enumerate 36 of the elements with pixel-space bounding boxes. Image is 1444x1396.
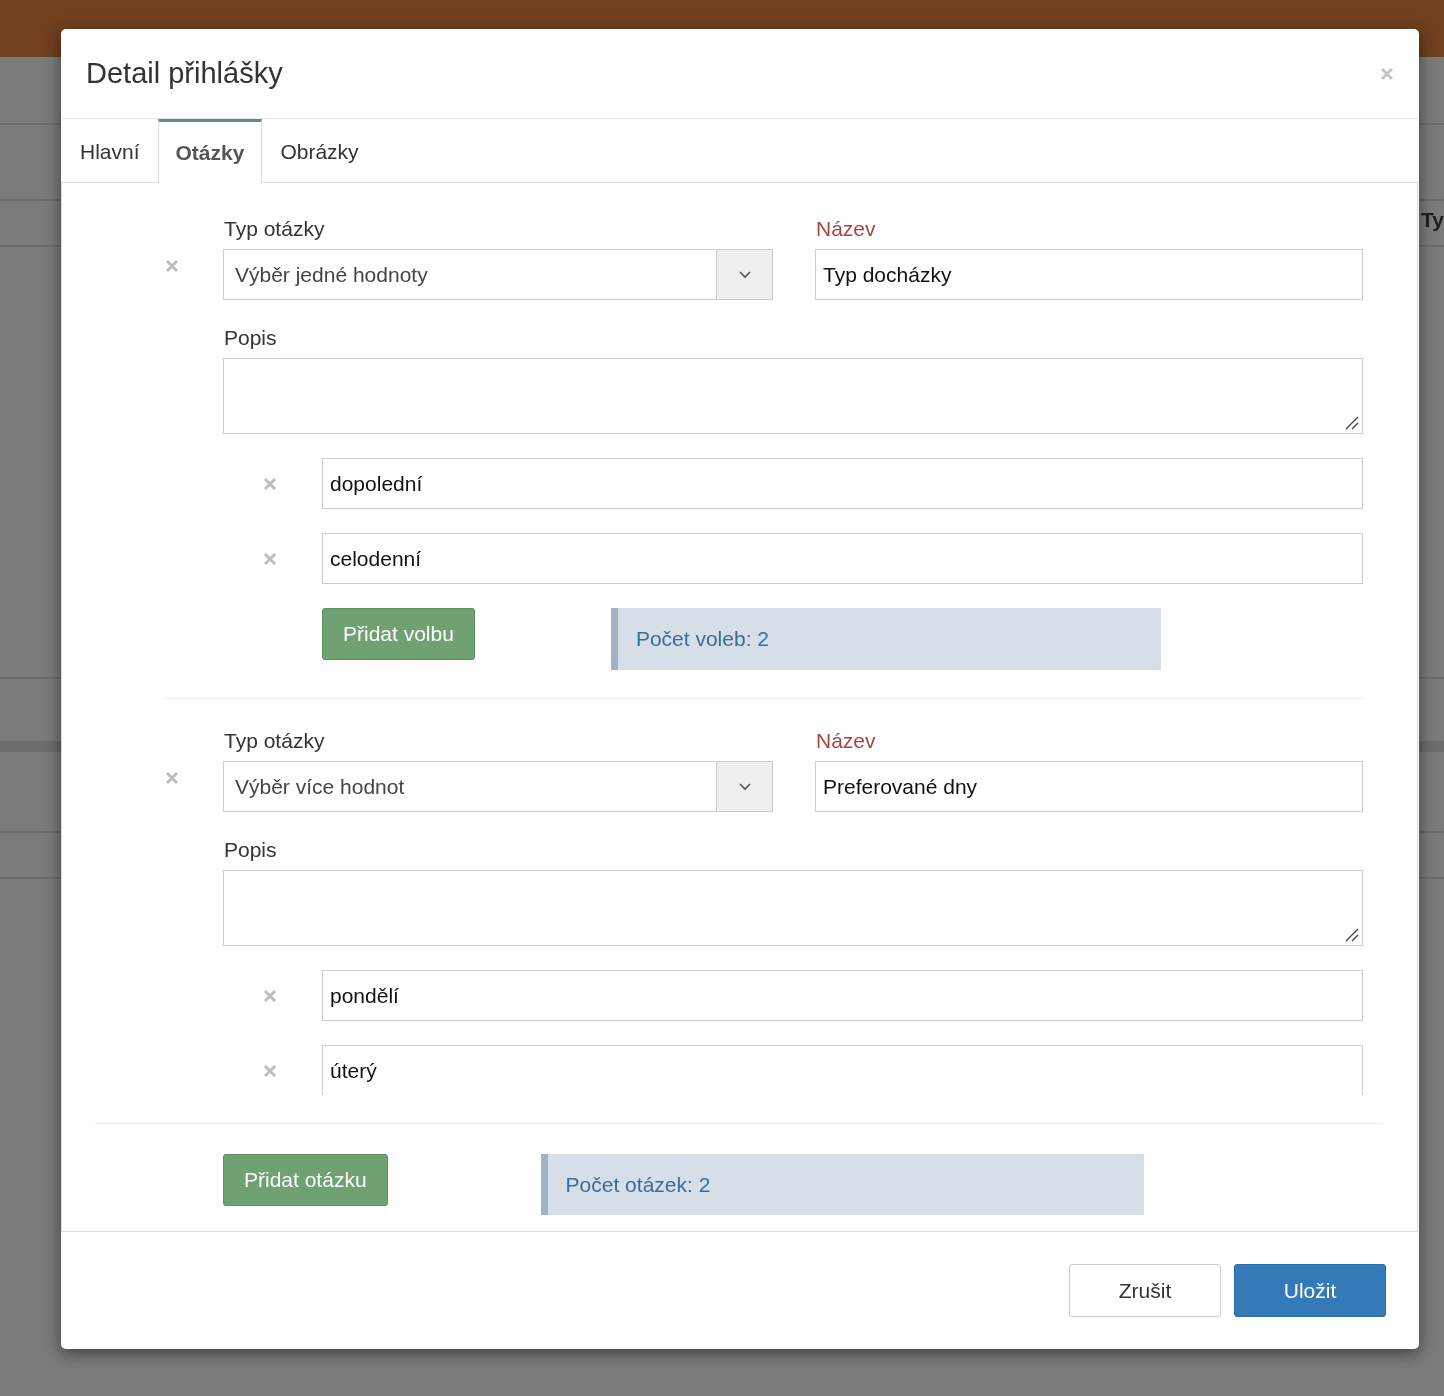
textarea-field[interactable]: [223, 870, 1363, 946]
column-header: Ty: [1421, 208, 1444, 232]
chevron-down-icon: [738, 782, 751, 791]
dialog-title: Detail přihlášky: [86, 57, 283, 90]
field-label: Popis: [224, 838, 278, 862]
info-alert: Počet otázek: 2: [540, 1154, 1144, 1215]
field-label: Typ otázky: [224, 729, 326, 753]
cancel-button[interactable]: Zrušit: [1069, 1264, 1221, 1317]
field-label: Popis: [224, 326, 278, 350]
field-label: Název: [816, 729, 877, 753]
select-field[interactable]: Výběr více hodnot: [223, 761, 773, 812]
tab[interactable]: Hlavní: [62, 119, 158, 183]
save-button[interactable]: Uložit: [1234, 1264, 1386, 1317]
close-icon[interactable]: [1380, 66, 1394, 81]
tab[interactable]: Obrázky: [262, 119, 377, 183]
input-field[interactable]: Preferované dny: [815, 761, 1363, 812]
remove-icon[interactable]: [263, 1063, 277, 1078]
remove-icon[interactable]: [165, 259, 179, 273]
resize-grip-icon[interactable]: [1345, 928, 1359, 942]
remove-icon[interactable]: [263, 988, 277, 1003]
input-field[interactable]: pondělí: [322, 970, 1363, 1021]
info-alert: Počet voleb: 2: [610, 608, 1161, 670]
input-field[interactable]: úterý: [322, 1045, 1363, 1095]
remove-icon[interactable]: [263, 551, 277, 566]
field-label: Typ otázky: [224, 217, 326, 241]
select-field[interactable]: Výběr jedné hodnoty: [223, 249, 773, 300]
resize-grip-icon[interactable]: [1345, 416, 1359, 430]
chevron-down-icon: [738, 270, 751, 279]
field-label: Název: [816, 217, 877, 241]
tab[interactable]: Otázky: [157, 119, 263, 183]
input-field[interactable]: dopolední: [322, 458, 1363, 509]
textarea-field[interactable]: [223, 358, 1363, 434]
input-field[interactable]: Typ docházky: [815, 249, 1363, 300]
input-field[interactable]: celodenní: [322, 533, 1363, 584]
remove-icon[interactable]: [165, 771, 179, 785]
remove-icon[interactable]: [263, 476, 277, 491]
